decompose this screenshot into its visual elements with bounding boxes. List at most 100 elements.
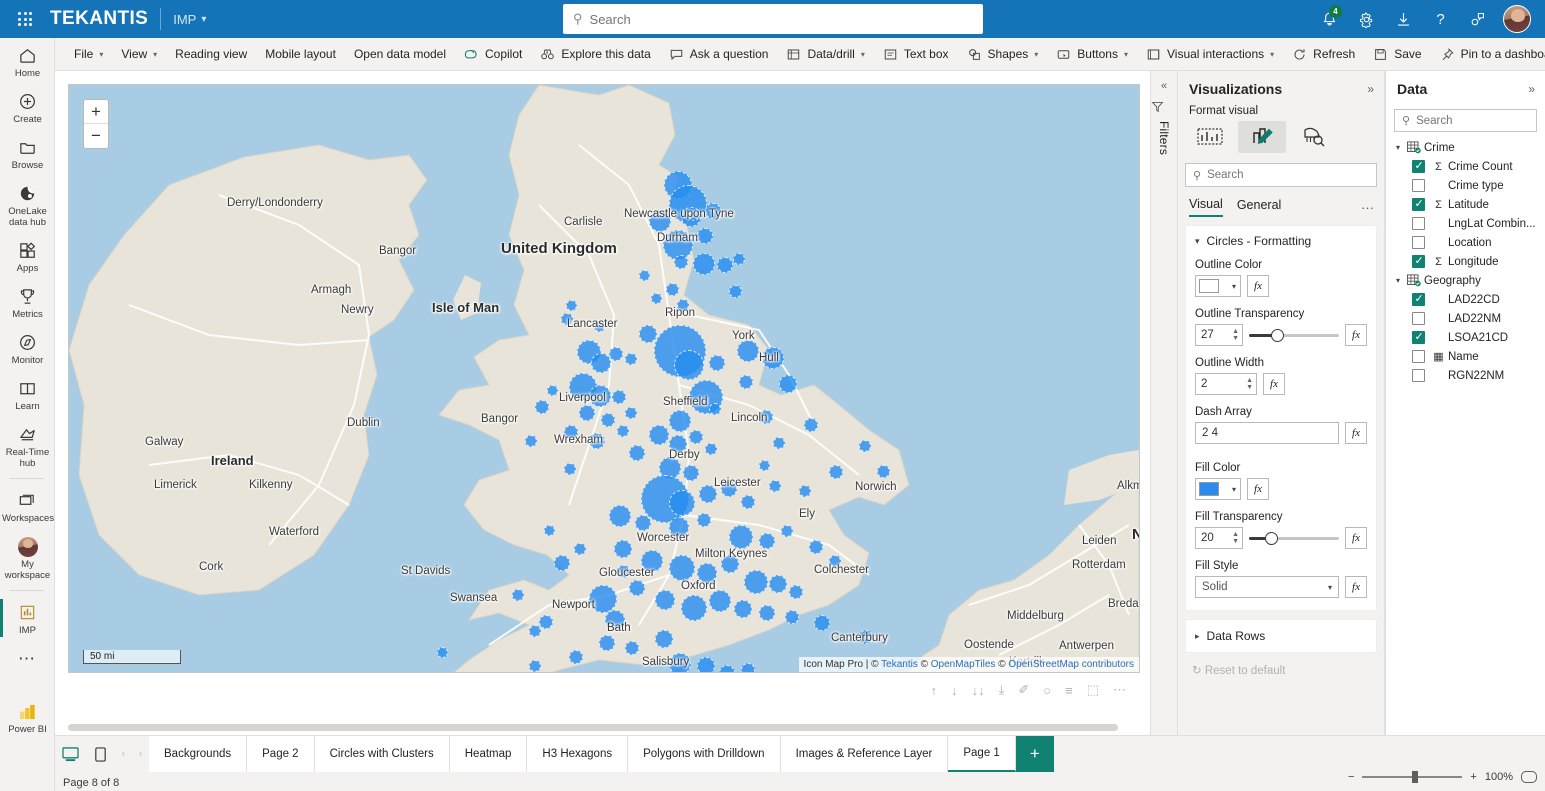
up-arrow-icon[interactable]: ↑ xyxy=(931,683,938,698)
ribbon-data-drill[interactable]: Data/drill ▾ xyxy=(777,41,873,67)
page-tab-page-2[interactable]: Page 2 xyxy=(247,736,314,772)
map-circle[interactable] xyxy=(859,440,871,452)
fill-color-picker[interactable]: ▾ xyxy=(1195,478,1241,500)
page-tab-page-1[interactable]: Page 1 xyxy=(948,736,1015,772)
map-circle[interactable] xyxy=(625,407,637,419)
field-checkbox[interactable] xyxy=(1412,217,1425,230)
analytics-tab[interactable] xyxy=(1290,121,1338,153)
ribbon-buttons[interactable]: Buttons ▾ xyxy=(1047,41,1137,67)
map-circle[interactable] xyxy=(529,660,541,672)
map-circle[interactable] xyxy=(693,253,715,275)
map-circle[interactable] xyxy=(566,300,577,311)
stepper-arrows-icon[interactable]: ▲▼ xyxy=(1232,328,1239,342)
map-circle[interactable] xyxy=(697,563,717,583)
page-tab-h3-hexagons[interactable]: H3 Hexagons xyxy=(527,736,628,772)
map-circle[interactable] xyxy=(609,347,623,361)
field-checkbox[interactable] xyxy=(1412,331,1425,344)
sidebar-item-more[interactable]: ⋯ xyxy=(0,641,55,674)
stepper-arrows-icon[interactable]: ▲▼ xyxy=(1246,377,1253,391)
map-circle[interactable] xyxy=(601,413,615,427)
map-circle[interactable] xyxy=(737,340,759,362)
outline-transparency-slider[interactable] xyxy=(1249,324,1339,346)
map-circle[interactable] xyxy=(697,228,713,244)
sidebar-item-browse[interactable]: Browse xyxy=(0,130,55,176)
map-circle[interactable] xyxy=(829,555,841,567)
map-circle[interactable] xyxy=(579,405,595,421)
map-circle[interactable] xyxy=(689,430,703,444)
outline-transparency-input[interactable]: 27 ▲▼ xyxy=(1195,324,1243,346)
page-tab-polygons-with-drilldown[interactable]: Polygons with Drilldown xyxy=(628,736,780,772)
sidebar-item-learn[interactable]: Learn xyxy=(0,371,55,417)
map-circle[interactable] xyxy=(773,437,785,449)
attribution-link-osm[interactable]: OpenStreetMap contributors xyxy=(1008,659,1134,670)
global-search-input[interactable] xyxy=(590,12,973,27)
ribbon-view[interactable]: View ▾ xyxy=(112,41,166,67)
map-circle[interactable] xyxy=(677,299,689,311)
map-circle[interactable] xyxy=(535,400,549,414)
page-tab-next-button[interactable]: › xyxy=(132,736,149,772)
outline-color-fx-button[interactable]: fx xyxy=(1247,275,1269,297)
format-search-input[interactable] xyxy=(1207,169,1369,181)
user-avatar[interactable] xyxy=(1503,5,1531,33)
fill-color-fx-button[interactable]: fx xyxy=(1247,478,1269,500)
map-circle[interactable] xyxy=(617,565,630,578)
more-options-icon[interactable]: ⋯ xyxy=(1113,682,1126,698)
sidebar-item-my-workspace[interactable]: My workspace xyxy=(0,529,55,586)
ribbon-text-box[interactable]: Text box xyxy=(874,41,958,67)
mobile-view-icon[interactable] xyxy=(85,736,115,772)
map-circle[interactable] xyxy=(655,590,675,610)
map-circle[interactable] xyxy=(669,490,695,516)
data-field-row[interactable]: Crime type xyxy=(1386,176,1545,195)
ribbon-open-data-model[interactable]: Open data model xyxy=(345,41,455,67)
attribution-link-openmaptiles[interactable]: OpenMapTiles xyxy=(931,659,996,670)
map-zoom-out-button[interactable]: − xyxy=(84,124,108,148)
map-circle[interactable] xyxy=(781,525,793,537)
ribbon-reading-view[interactable]: Reading view xyxy=(166,41,256,67)
notifications-icon[interactable]: 4 xyxy=(1312,0,1347,38)
map-circle[interactable] xyxy=(683,465,699,481)
map-circle[interactable] xyxy=(877,465,890,478)
outline-width-input[interactable]: 2 ▲▼ xyxy=(1195,373,1257,395)
circles-formatting-header[interactable]: ▾ Circles - Formatting xyxy=(1195,234,1367,248)
ribbon-visual-interactions[interactable]: Visual interactions ▾ xyxy=(1137,41,1283,67)
map-circle[interactable] xyxy=(605,610,625,630)
field-checkbox[interactable] xyxy=(1412,160,1425,173)
map-circle[interactable] xyxy=(589,433,605,449)
fill-transparency-fx-button[interactable]: fx xyxy=(1345,527,1367,549)
map-circle[interactable] xyxy=(734,600,752,618)
map-circle[interactable] xyxy=(785,610,799,624)
data-table-geography[interactable]: ▾Geography xyxy=(1386,271,1545,290)
map-circle[interactable] xyxy=(612,390,626,404)
page-tab-images-reference-layer[interactable]: Images & Reference Layer xyxy=(781,736,949,772)
sidebar-item-realtime-hub[interactable]: Real-Time hub xyxy=(0,417,55,474)
data-field-row[interactable]: LngLat Combin... xyxy=(1386,214,1545,233)
map-circle[interactable] xyxy=(733,253,745,265)
expand-data-pane-icon[interactable]: » xyxy=(1528,82,1535,96)
fit-to-page-button[interactable] xyxy=(1521,771,1537,783)
data-rows-header[interactable]: ▸ Data Rows xyxy=(1195,629,1367,643)
map-circle[interactable] xyxy=(617,425,629,437)
down-arrow-icon[interactable]: ↓ xyxy=(951,683,958,698)
zoom-in-button[interactable]: + xyxy=(1470,771,1476,783)
map-circle[interactable] xyxy=(859,630,873,644)
map-visual-container[interactable]: Derry/LondonderryBangorArmaghNewryGalway… xyxy=(68,84,1140,673)
filters-pane-collapsed[interactable]: « Filters xyxy=(1150,71,1178,735)
page-tab-heatmap[interactable]: Heatmap xyxy=(450,736,528,772)
map-zoom-in-button[interactable]: + xyxy=(84,100,108,124)
ribbon-file[interactable]: File ▾ xyxy=(65,41,112,67)
format-visual-tab[interactable] xyxy=(1238,121,1286,153)
map-circle[interactable] xyxy=(829,465,843,479)
map-circle[interactable] xyxy=(564,463,576,475)
map-circle[interactable] xyxy=(709,590,731,612)
data-field-row[interactable]: ΣLongitude xyxy=(1386,252,1545,271)
tab-visual[interactable]: Visual xyxy=(1189,197,1223,217)
page-tab-backgrounds[interactable]: Backgrounds xyxy=(149,736,247,772)
ribbon-pin-to-dashboard[interactable]: Pin to a dashboard xyxy=(1431,41,1545,67)
map-circle[interactable] xyxy=(709,355,725,371)
map-circle[interactable] xyxy=(544,525,555,536)
map-circle[interactable] xyxy=(669,653,691,672)
map-circle[interactable] xyxy=(744,570,768,594)
map-circle[interactable] xyxy=(625,353,637,365)
fill-transparency-input[interactable]: 20 ▲▼ xyxy=(1195,527,1243,549)
ribbon-ask-a-question[interactable]: Ask a question xyxy=(660,41,778,67)
